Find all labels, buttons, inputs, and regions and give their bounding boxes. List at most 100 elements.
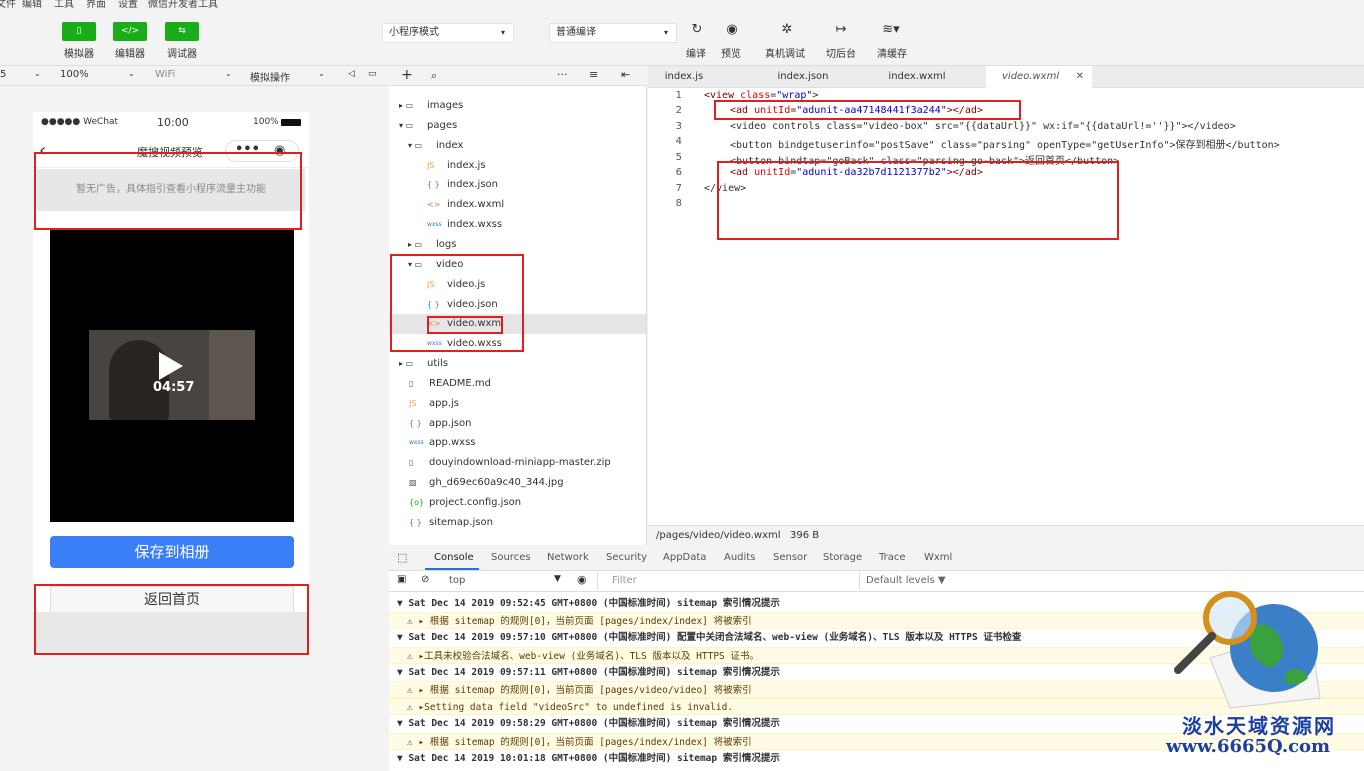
inspect-icon[interactable]: ⬚ <box>397 551 407 564</box>
layers-icon[interactable]: ≋▾ <box>880 22 902 40</box>
file-item[interactable]: ▯ README.md <box>389 374 646 394</box>
sidebar-toggle-icon[interactable]: ▣ <box>397 574 406 585</box>
file-file-icon: ▯ <box>409 378 414 388</box>
chevron-down-icon: ⌄ <box>34 69 41 78</box>
highlight-box <box>390 254 524 352</box>
file-item[interactable]: ▯ douyindownload-miniapp-master.zip <box>389 453 646 473</box>
levels-select[interactable]: Default levels ▼ <box>866 575 946 586</box>
simulator-toggle-button[interactable]: ▯ <box>62 22 96 41</box>
file-item[interactable]: ▨ gh_d69ec60a9c40_344.jpg <box>389 473 646 493</box>
levels-select-wrap: Default levels ▼ <box>859 572 999 590</box>
chevron-down-icon: ▾ <box>500 28 505 37</box>
eye-icon[interactable]: ◉ <box>721 22 743 40</box>
save-to-album-button[interactable]: 保存到相册 <box>50 536 294 568</box>
menu-settings[interactable]: 设置 <box>118 0 138 8</box>
tab-sensor[interactable]: Sensor <box>773 552 807 563</box>
device-select[interactable]: 5 <box>0 69 6 80</box>
file-item[interactable]: wxss index.wxss <box>389 215 646 235</box>
file-item[interactable]: JS app.js <box>389 394 646 414</box>
line-number: 3 <box>675 121 682 132</box>
clear-console-icon[interactable]: ⊘ <box>421 574 429 585</box>
more-icon[interactable]: ··· <box>557 68 568 81</box>
chevron-down-icon: ▾ <box>663 28 668 37</box>
tab-network[interactable]: Network <box>547 552 589 563</box>
background-icon[interactable]: ↦ <box>830 22 852 40</box>
simulator-options-bar: 5 ⌄ 100% ⌄ WiFi ⌄ 模拟操作 ⌄ ◁ ▭ <box>0 66 388 86</box>
tab-sources[interactable]: Sources <box>491 552 531 563</box>
mode-select-value: 小程序模式 <box>389 27 439 38</box>
chevron-down-icon: ⌄ <box>128 69 135 78</box>
collapse-icon[interactable]: ⇤ <box>621 68 630 81</box>
highlight-box <box>717 161 1119 240</box>
status-bar: ●●●●● WeChat 10:00 100% <box>33 112 309 134</box>
editor-toggle-button[interactable]: </> <box>113 22 147 41</box>
watermark-logo <box>1170 588 1326 716</box>
menu-view[interactable]: 界面 <box>86 0 106 8</box>
file-item[interactable]: <> index.wxml <box>389 195 646 215</box>
tab-video-wxml[interactable]: video.wxml ✕ <box>986 66 1092 88</box>
phone-icon: ▯ <box>76 26 82 36</box>
file-item[interactable]: {o} project.config.json <box>389 493 646 513</box>
code-line-4: <button bindgetuserinfo="postSave" class… <box>730 140 1280 151</box>
filter-input[interactable]: Filter <box>612 575 637 586</box>
menu-edit[interactable]: 编辑 <box>22 0 42 8</box>
highlight-box <box>714 100 1021 120</box>
tab-audits[interactable]: Audits <box>724 552 755 563</box>
menu-file[interactable]: 文件 <box>0 0 16 8</box>
tab-index-js[interactable]: index.js <box>648 66 720 88</box>
folder-item[interactable]: ▸ ▭ images <box>389 96 646 116</box>
tab-security[interactable]: Security <box>606 552 647 563</box>
watermark-title: 淡水天域资源网 <box>1182 714 1336 738</box>
bug-icon[interactable]: ✲ <box>776 22 798 40</box>
search-icon[interactable]: ⌕ <box>431 69 437 83</box>
highlight-box <box>427 316 503 334</box>
main-toolbar: ▯ 模拟器 </> 编辑器 ⇆ 调试器 小程序模式 ▾ 普通编译 ▾ ↻ 编译 ◉ … <box>0 8 1364 66</box>
code-editor[interactable]: 1 2 3 4 5 6 7 8 <view class="wrap"> <ad … <box>648 88 1364 525</box>
folder-item[interactable]: ▸ ▭ logs <box>389 235 646 255</box>
tab-console[interactable]: Console <box>434 552 474 563</box>
eye-icon[interactable]: ◉ <box>577 573 587 586</box>
close-icon[interactable]: ✕ <box>1076 66 1084 88</box>
file-item[interactable]: { } sitemap.json <box>389 513 646 533</box>
tab-appdata[interactable]: AppData <box>663 552 706 563</box>
folder-item[interactable]: ▾ ▭ pages <box>389 116 646 136</box>
simulator-label: 模拟器 <box>64 49 94 60</box>
file-tree-label: logs <box>436 238 457 250</box>
mode-select[interactable]: 小程序模式 ▾ <box>382 23 514 43</box>
line-number: 6 <box>675 167 682 178</box>
chevron-down-icon: ⌄ <box>318 69 325 78</box>
sort-icon[interactable]: ≡ <box>589 68 598 81</box>
network-select[interactable]: WiFi <box>155 69 175 80</box>
file-item[interactable]: { } app.json <box>389 414 646 434</box>
remote-debug-label: 真机调试 <box>765 49 805 60</box>
menu-devtools[interactable]: 微信开发者工具 <box>148 0 218 8</box>
simulate-ops-select[interactable]: 模拟操作 <box>250 69 290 84</box>
explorer-toolbar: + ⌕ ··· ≡ ⇤ <box>389 66 647 86</box>
menu-tools[interactable]: 工具 <box>54 0 74 8</box>
tab-index-wxml[interactable]: index.wxml <box>874 66 960 88</box>
tab-trace[interactable]: Trace <box>879 552 906 563</box>
tab-wxml[interactable]: Wxml <box>924 552 952 563</box>
tab-storage[interactable]: Storage <box>823 552 862 563</box>
video-player[interactable]: 04:57 <box>50 230 294 522</box>
add-icon[interactable]: + <box>401 67 413 83</box>
volume-icon[interactable]: ◁ <box>348 69 355 79</box>
compile-label: 编译 <box>686 49 706 60</box>
file-item[interactable]: wxss app.wxss <box>389 433 646 453</box>
file-item[interactable]: { } index.json <box>389 175 646 195</box>
refresh-icon[interactable]: ↻ <box>686 22 708 40</box>
rotate-icon[interactable]: ▭ <box>368 69 377 79</box>
json-file-icon: { } <box>427 180 440 190</box>
tab-index-json[interactable]: index.json <box>760 66 846 88</box>
folder-icon: ▸ ▭ <box>399 359 414 369</box>
line-number: 8 <box>675 198 682 209</box>
play-icon[interactable] <box>159 352 183 380</box>
zoom-select[interactable]: 100% <box>60 69 89 80</box>
compile-select[interactable]: 普通编译 ▾ <box>549 23 677 43</box>
folder-item[interactable]: ▾ ▭ index <box>389 136 646 156</box>
debugger-toggle-button[interactable]: ⇆ <box>165 22 199 41</box>
folder-item[interactable]: ▸ ▭ utils <box>389 354 646 374</box>
highlight-box <box>34 152 302 230</box>
context-select[interactable]: top <box>449 575 465 586</box>
file-item[interactable]: JS index.js <box>389 156 646 176</box>
